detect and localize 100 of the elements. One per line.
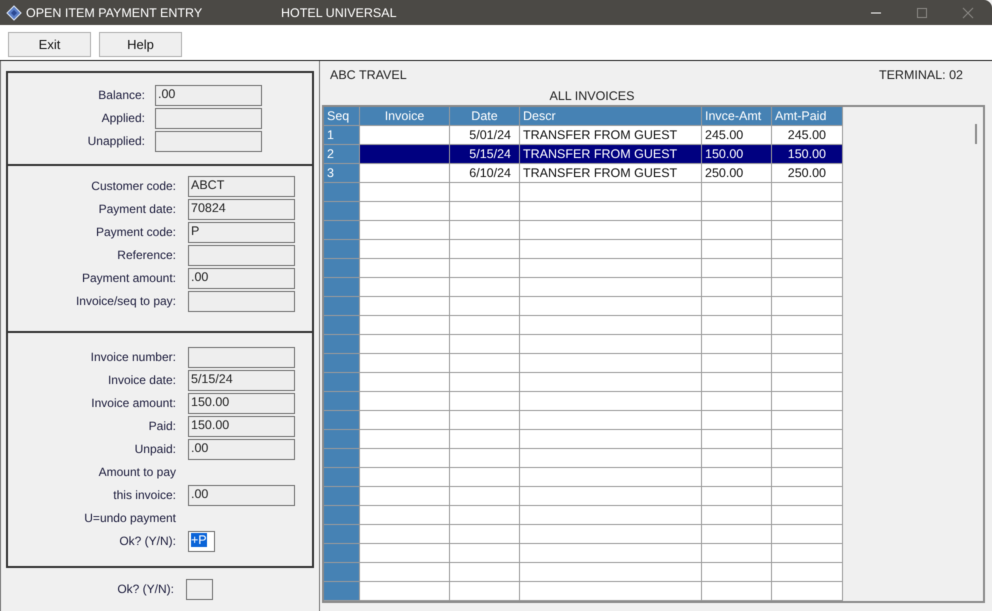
table-cell (702, 335, 772, 354)
field-label: Unpaid: (134, 441, 176, 458)
table-cell (702, 430, 772, 449)
input-field[interactable] (155, 108, 262, 129)
table-cell (702, 525, 772, 544)
table-cell (450, 335, 520, 354)
field-label: U=undo payment (83, 510, 176, 527)
table-cell (324, 278, 360, 297)
table-cell (450, 316, 520, 335)
input-field[interactable]: .00 (188, 485, 295, 506)
table-cell (324, 544, 360, 563)
scrollbar-thumb[interactable] (975, 124, 977, 144)
input-field[interactable]: 150.00 (188, 416, 295, 437)
table-cell (702, 240, 772, 259)
column-header: Date (450, 107, 520, 126)
input-field[interactable]: 70824 (188, 199, 295, 220)
input-field[interactable]: +P (188, 531, 215, 552)
table-cell (450, 183, 520, 202)
table-cell (324, 259, 360, 278)
table-cell (324, 354, 360, 373)
table-cell (450, 373, 520, 392)
table-cell (772, 259, 843, 278)
table-cell (772, 525, 843, 544)
table-cell (702, 278, 772, 297)
table-cell (450, 544, 520, 563)
table-title: ALL INVOICES (548, 89, 636, 103)
toolbar-button[interactable]: Help (99, 32, 182, 57)
table-cell (772, 544, 843, 563)
table-cell (772, 411, 843, 430)
input-field[interactable] (186, 579, 213, 600)
table-cell (450, 297, 520, 316)
field-label: Payment code: (94, 224, 176, 241)
field-label: Invoice amount: (90, 395, 176, 412)
table-row[interactable]: 2 5/15/24 TRANSFER FROM GUEST 150.00 150.00 (324, 145, 843, 164)
table-cell (324, 221, 360, 240)
table-cell (324, 392, 360, 411)
table-cell (702, 411, 772, 430)
input-field[interactable]: 150.00 (188, 393, 295, 414)
table-cell (324, 506, 360, 525)
table-cell (702, 297, 772, 316)
table-cell: 5/01/24 (450, 126, 520, 145)
app-icon (6, 4, 22, 20)
field-label: Reference: (116, 247, 176, 264)
table-cell (450, 506, 520, 525)
table-cell (324, 335, 360, 354)
field-label: this invoice: (112, 487, 176, 504)
table-cell (450, 354, 520, 373)
table-cell: 1 (324, 126, 360, 145)
table-cell (324, 411, 360, 430)
table-row[interactable]: 1 5/01/24 TRANSFER FROM GUEST 245.00 245.00 (324, 126, 843, 145)
terminal-label: TERMINAL: 02 (878, 68, 963, 82)
table-cell (324, 430, 360, 449)
input-field[interactable]: 5/15/24 (188, 370, 295, 391)
table-row[interactable]: 3 6/10/24 TRANSFER FROM GUEST 250.00 250.00 (324, 164, 843, 183)
table-cell (324, 563, 360, 582)
table-cell (702, 392, 772, 411)
column-header: Invoice (360, 107, 450, 126)
input-field[interactable]: .00 (188, 439, 295, 460)
input-field[interactable] (188, 291, 295, 312)
input-field[interactable]: .00 (188, 268, 295, 289)
toolbar-button[interactable]: Exit (8, 32, 91, 57)
customer-name: ABC TRAVEL (330, 68, 407, 82)
input-field[interactable] (155, 131, 262, 152)
maximize-icon[interactable] (916, 6, 928, 18)
table-cell: TRANSFER FROM GUEST (520, 145, 702, 164)
window-subtitle: HOTEL UNIVERSAL (281, 6, 397, 20)
column-header: Amt-Paid (772, 107, 843, 126)
table-cell: 150.00 (772, 145, 843, 164)
input-field[interactable]: P (188, 222, 295, 243)
table-cell (450, 240, 520, 259)
table-cell (772, 392, 843, 411)
table-cell (772, 449, 843, 468)
table-cell: TRANSFER FROM GUEST (520, 126, 702, 145)
table-cell (772, 297, 843, 316)
close-icon[interactable] (962, 6, 974, 18)
table-cell (702, 373, 772, 392)
table-cell: TRANSFER FROM GUEST (520, 164, 702, 183)
input-field[interactable] (188, 347, 295, 368)
table-cell (450, 392, 520, 411)
field-label: Ok? (Y/N): (118, 533, 176, 550)
input-field[interactable] (188, 245, 295, 266)
table-cell (324, 202, 360, 221)
table-cell (324, 582, 360, 601)
field-label: Amount to pay (98, 464, 176, 481)
table-cell (450, 411, 520, 430)
field-label: Customer code: (90, 178, 176, 195)
table-cell (450, 582, 520, 601)
table-cell (772, 468, 843, 487)
input-field[interactable]: .00 (155, 85, 262, 106)
input-field[interactable]: ABCT (188, 176, 295, 197)
table-cell (702, 506, 772, 525)
field-label: Unapplied: (86, 133, 145, 150)
table-cell (772, 354, 843, 373)
table-cell: 5/15/24 (450, 145, 520, 164)
field-label: Invoice date: (106, 372, 176, 389)
table-cell (772, 183, 843, 202)
field-label: Invoice number: (90, 349, 176, 366)
field-label: Payment date: (98, 201, 176, 218)
table-cell (450, 202, 520, 221)
field-label: Balance: (97, 87, 145, 104)
